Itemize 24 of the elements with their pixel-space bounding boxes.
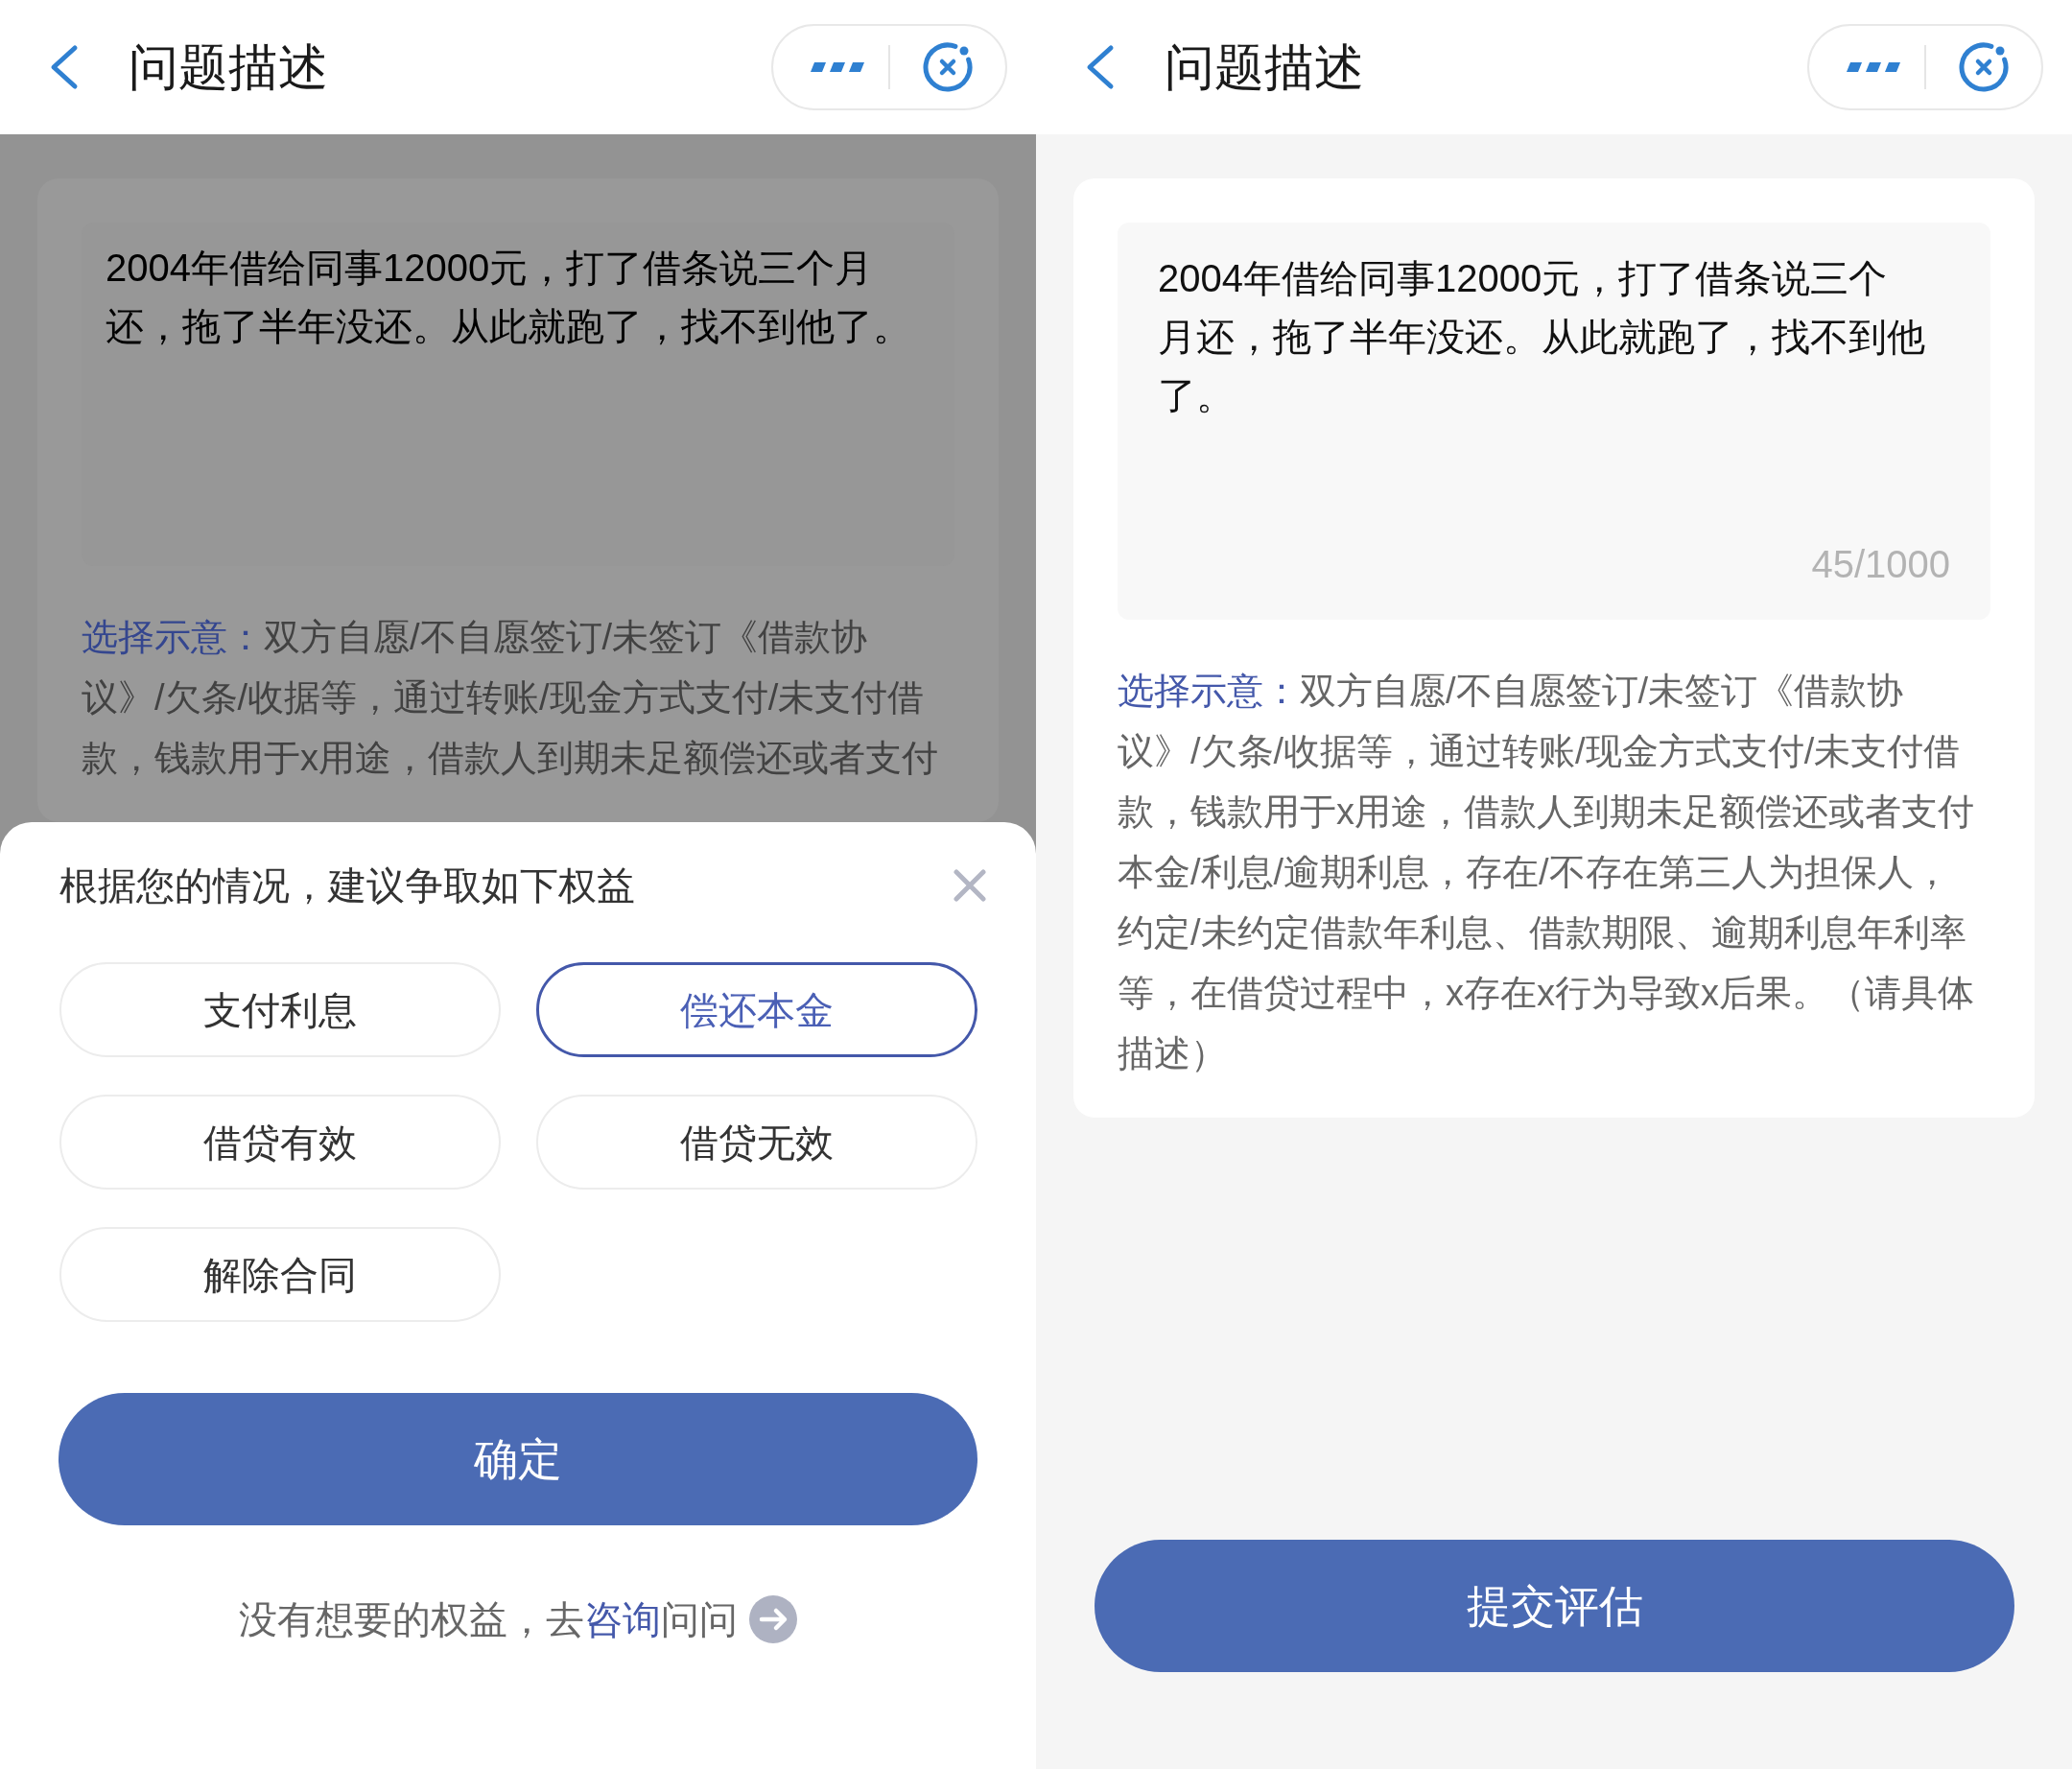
option-chip[interactable]: 借贷无效 <box>536 1095 977 1190</box>
footer-text: 没有想要的权益，去咨询问问 <box>239 1597 738 1642</box>
page-title: 问题描述 <box>1165 38 1364 97</box>
submit-button[interactable]: 提交评估 <box>1095 1540 2014 1672</box>
option-chip[interactable]: 偿还本金 <box>536 962 977 1057</box>
option-chip[interactable]: 借贷有效 <box>59 1095 501 1190</box>
option-chip[interactable]: 解除合同 <box>59 1227 501 1322</box>
hint-text: 选择示意：双方自愿/不自愿签订/未签订《借款协议》/欠条/收据等，通过转账/现金方式支付/未支付借款，钱款用于x用途，借款人到期未足额偿还或者支付 <box>82 616 939 780</box>
description-text: 2004年借给同事12000元，打了借条说三个月还，拖了半年没还。从此就跑了，找不到他了。 <box>1158 256 1925 418</box>
option-chip[interactable]: 支付利息 <box>59 962 501 1057</box>
description-text: 2004年借给同事12000元，打了借条说三个月还，拖了半年没还。从此就跑了，找不到他了。 <box>106 246 912 349</box>
close-circle-icon <box>921 40 975 94</box>
character-counter: 45/1000 <box>1811 542 1950 587</box>
close-circle-icon <box>1957 40 2011 94</box>
page-title: 问题描述 <box>129 38 328 97</box>
more-icon <box>811 62 864 72</box>
description-field[interactable]: 2004年借给同事12000元，打了借条说三个月还，拖了半年没还。从此就跑了，找不到他了。 45/1000 <box>1118 223 1990 620</box>
consult-link[interactable]: 咨询 <box>584 1598 661 1640</box>
arrow-circle-icon[interactable] <box>749 1595 797 1643</box>
close-icon <box>954 869 986 902</box>
more-icon <box>1847 62 1900 72</box>
sheet-title: 根据您的情况，建议争取如下权益 <box>59 863 635 908</box>
confirm-button[interactable]: 确定 <box>59 1393 977 1525</box>
hint-text: 选择示意：双方自愿/不自愿签订/未签订《借款协议》/欠条/收据等，通过转账/现金方式支付/未支付借款，钱款用于x用途，借款人到期未足额偿还或者支付本金/利息/逾期利息，存在/不存在第三人为担保人，约定/未约定借款年利息、借款期限、逾期利息年利率等，在借贷过程中，x存在x行为导致x后果。（请具体描述） <box>1118 670 1975 1075</box>
